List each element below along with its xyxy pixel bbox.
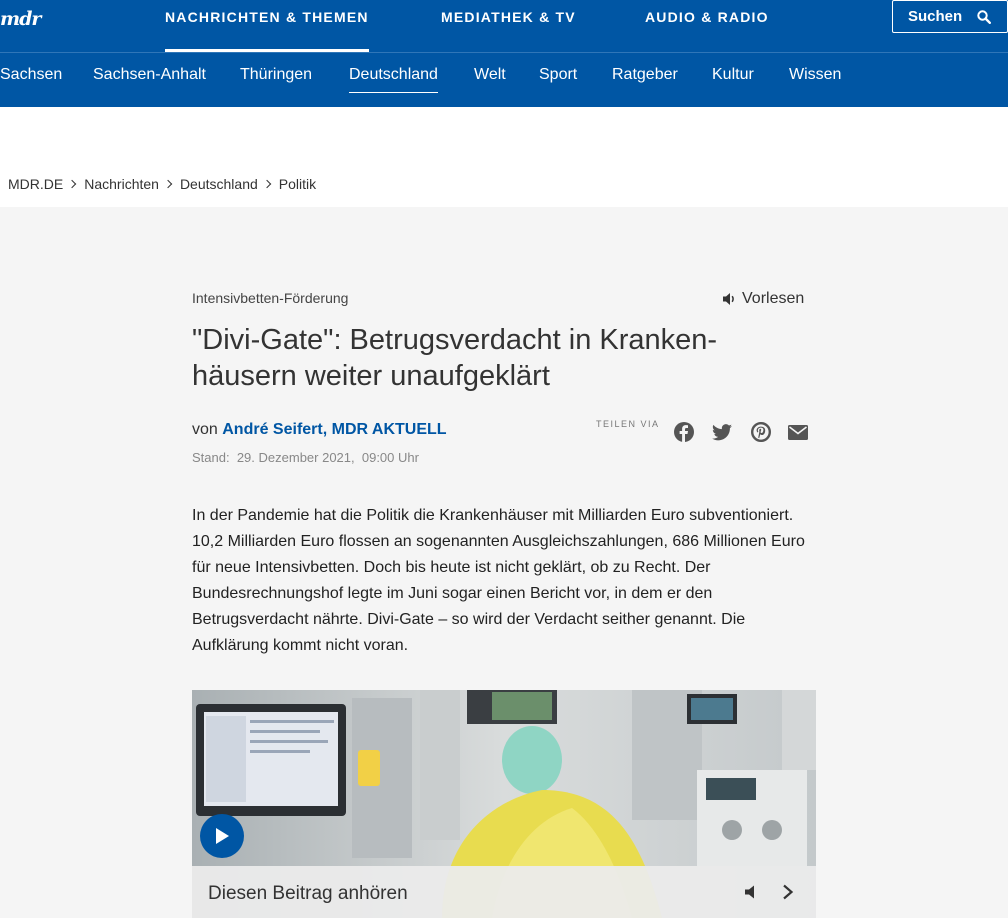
search-label: Suchen xyxy=(908,8,963,25)
headline-line-2: häusern weiter unaufgeklärt xyxy=(192,360,550,392)
chevron-right-icon xyxy=(67,179,77,189)
sub-nav-welt[interactable]: Welt xyxy=(474,66,506,84)
sub-nav-sachsen[interactable]: Sachsen xyxy=(0,66,62,84)
audio-player-label[interactable]: Diesen Beitrag anhören xyxy=(208,883,408,905)
headline-line-1: "Divi-Gate": Betrugsverdacht in Kranken- xyxy=(192,324,718,356)
speaker-icon xyxy=(723,293,734,305)
breadcrumb-item-deutschland[interactable]: Deutschland xyxy=(180,176,258,192)
sub-nav-wissen[interactable]: Wissen xyxy=(789,66,841,84)
nav-audio-radio[interactable]: AUDIO & RADIO xyxy=(645,9,769,25)
search-button[interactable]: Suchen xyxy=(892,0,1008,33)
volume-icon[interactable] xyxy=(744,885,760,899)
author-link[interactable]: André Seifert, MDR AKTUELL xyxy=(222,421,446,438)
nav-mediathek-tv[interactable]: MEDIATHEK & TV xyxy=(441,9,576,25)
byline-prefix: von xyxy=(192,421,218,438)
breadcrumb-item-nachrichten[interactable]: Nachrichten xyxy=(84,176,159,192)
sub-navigation: Sachsen Sachsen-Anhalt Thüringen Deutsch… xyxy=(0,52,1008,107)
play-button[interactable] xyxy=(200,814,244,858)
share-facebook-button[interactable] xyxy=(674,422,694,442)
breadcrumb: MDR.DE Nachrichten Deutschland Politik xyxy=(8,176,316,192)
share-twitter-button[interactable] xyxy=(712,422,732,442)
publish-date: Stand: 29. Dezember 2021, 09:00 Uhr xyxy=(192,450,419,465)
sub-nav-sachsen-anhalt[interactable]: Sachsen-Anhalt xyxy=(93,66,206,84)
breadcrumb-item-mdr[interactable]: MDR.DE xyxy=(8,176,63,192)
search-icon xyxy=(977,10,991,24)
breadcrumb-area: MDR.DE Nachrichten Deutschland Politik xyxy=(0,107,1008,207)
audio-player-bar: Diesen Beitrag anhören xyxy=(192,866,816,918)
breadcrumb-item-politik[interactable]: Politik xyxy=(279,176,316,192)
sub-nav-deutschland[interactable]: Deutschland xyxy=(349,66,438,93)
stand-time: 09:00 Uhr xyxy=(361,450,419,465)
chevron-right-icon xyxy=(262,179,272,189)
sub-nav-sport[interactable]: Sport xyxy=(539,66,577,84)
share-label: TEILEN VIA xyxy=(596,419,660,429)
article-media: Diesen Beitrag anhören xyxy=(192,690,816,918)
nav-nachrichten-themen[interactable]: NACHRICHTEN & THEMEN xyxy=(165,9,369,53)
share-mail-button[interactable] xyxy=(788,422,808,442)
chevron-right-icon xyxy=(163,179,173,189)
sub-nav-kultur[interactable]: Kultur xyxy=(712,66,754,84)
article-lead: In der Pandemie hat die Politik die Kran… xyxy=(192,507,805,654)
sub-nav-ratgeber[interactable]: Ratgeber xyxy=(612,66,678,84)
read-aloud-label: Vorlesen xyxy=(742,290,805,307)
article-kicker: Intensivbetten-Förderung xyxy=(192,290,349,306)
share-pinterest-button[interactable] xyxy=(751,422,771,442)
page-title: "Divi-Gate": Betrugsverdacht in Kranken-… xyxy=(192,322,812,394)
read-aloud-button[interactable]: Vorlesen xyxy=(722,290,804,308)
pinterest-icon xyxy=(751,422,771,442)
facebook-icon xyxy=(674,422,694,442)
mail-icon xyxy=(788,424,808,440)
stand-date: 29. Dezember 2021, xyxy=(236,450,355,465)
sub-nav-thueringen[interactable]: Thüringen xyxy=(240,66,312,84)
twitter-icon xyxy=(712,423,732,440)
play-icon xyxy=(216,828,229,844)
byline: von André Seifert, MDR AKTUELL xyxy=(192,421,447,439)
stand-label: Stand: xyxy=(192,450,230,465)
chevron-right-icon[interactable] xyxy=(782,884,794,900)
top-navigation: mdr NACHRICHTEN & THEMEN MEDIATHEK & TV … xyxy=(0,0,1008,53)
mdr-logo[interactable]: mdr xyxy=(0,8,41,30)
